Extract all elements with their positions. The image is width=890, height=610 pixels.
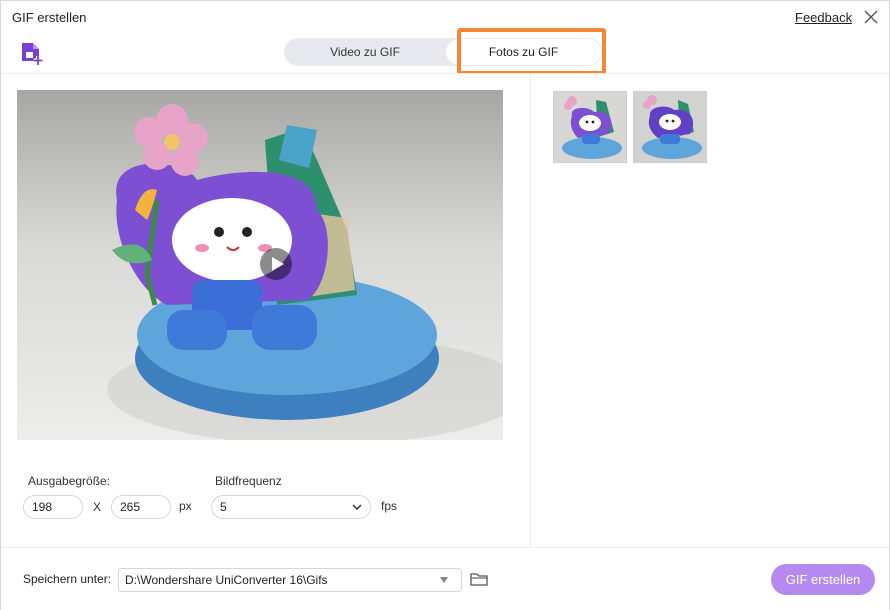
mode-switch: Video zu GIF Fotos zu GIF [284, 38, 602, 66]
feedback-link[interactable]: Feedback [795, 10, 852, 25]
frame-rate-select[interactable]: 5 [211, 495, 371, 519]
thumbnail-pane [532, 74, 889, 548]
tab-video-to-gif[interactable]: Video zu GIF [284, 38, 446, 66]
save-path-value: D:\Wondershare UniConverter 16\Gifs [125, 573, 328, 587]
preview-pane: Ausgabegröße: 198 X 265 px Bildfrequenz … [1, 74, 531, 548]
height-input[interactable]: 265 [111, 495, 171, 519]
tab-photos-to-gif[interactable]: Fotos zu GIF [446, 39, 601, 65]
create-gif-button[interactable]: GIF erstellen [771, 564, 875, 595]
save-path-select[interactable]: D:\Wondershare UniConverter 16\Gifs [118, 568, 462, 592]
toolbar: Video zu GIF Fotos zu GIF [1, 35, 889, 73]
thumbnail-item[interactable] [633, 91, 707, 163]
save-location-label: Speichern unter: [23, 572, 112, 586]
window-title: GIF erstellen [12, 10, 87, 25]
play-icon [272, 257, 284, 271]
main-content: Ausgabegröße: 198 X 265 px Bildfrequenz … [1, 73, 889, 548]
close-icon[interactable] [861, 7, 881, 27]
preview-image [17, 90, 503, 440]
fps-unit-label: fps [381, 499, 398, 513]
frame-rate-value: 5 [220, 500, 227, 514]
thumbnail-item[interactable] [553, 91, 627, 163]
add-file-icon[interactable] [19, 39, 47, 67]
chevron-down-icon [352, 504, 362, 511]
footer: Speichern unter: D:\Wondershare UniConve… [1, 547, 889, 610]
gif-creator-window: GIF erstellen Feedback Video zu GIF Foto… [0, 0, 890, 610]
frame-rate-label: Bildfrequenz [215, 474, 282, 488]
play-button[interactable] [260, 248, 292, 280]
thumbnail-photo-1 [554, 92, 626, 162]
size-separator: X [93, 500, 102, 514]
folder-icon[interactable] [469, 569, 489, 589]
width-input[interactable]: 198 [23, 495, 83, 519]
title-bar: GIF erstellen Feedback [1, 1, 889, 35]
size-unit-label: px [179, 499, 192, 513]
chevron-down-icon [440, 577, 448, 583]
thumbnail-photo-2 [634, 92, 706, 162]
output-size-label: Ausgabegröße: [28, 474, 111, 488]
